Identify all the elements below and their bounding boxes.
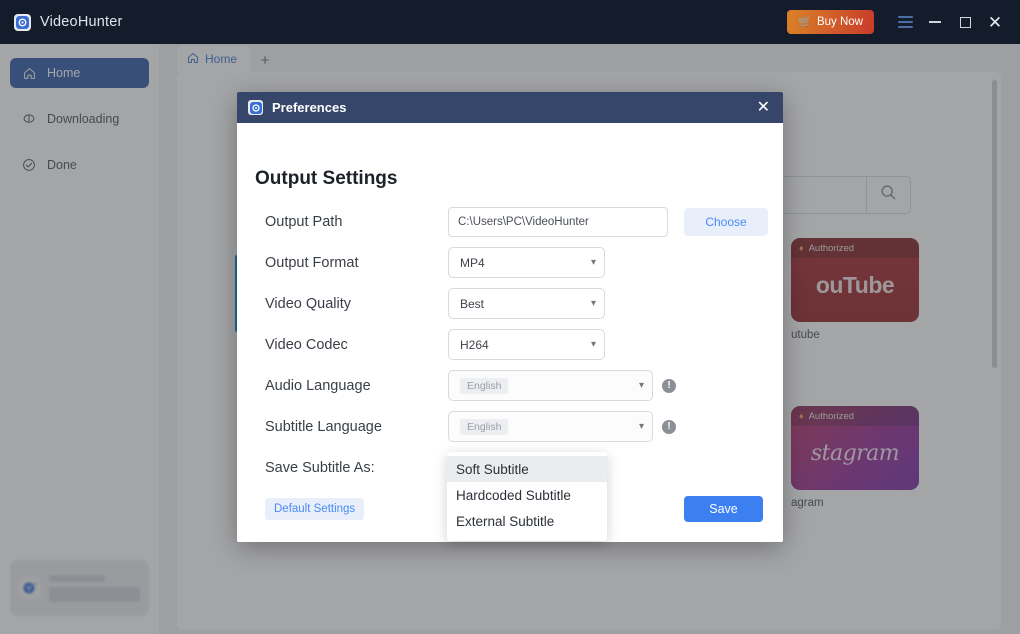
close-icon[interactable]: ✕ — [980, 7, 1010, 37]
chevron-down-icon: ▾ — [638, 379, 644, 391]
default-settings-button[interactable]: Default Settings — [265, 498, 365, 520]
row-audio-language: Audio Language English ▾ ! — [237, 365, 783, 406]
app-name: VideoHunter — [40, 14, 123, 30]
output-path-label: Output Path — [265, 213, 343, 230]
audio-language-value: English — [460, 377, 509, 394]
output-format-select[interactable]: MP4 ▾ — [448, 247, 605, 278]
save-button[interactable]: Save — [684, 496, 763, 522]
subtitle-language-value: English — [460, 418, 509, 435]
app-brand: VideoHunter — [14, 13, 123, 31]
row-subtitle-language: Subtitle Language English ▾ ! — [237, 406, 783, 447]
dropdown-option-external-subtitle[interactable]: External Subtitle — [447, 508, 607, 534]
video-codec-value: H264 — [460, 337, 489, 352]
cart-icon: 🛒 — [798, 15, 812, 28]
row-output-format: Output Format MP4 ▾ — [237, 242, 783, 283]
info-icon[interactable]: ! — [662, 419, 676, 434]
title-bar: VideoHunter 🛒 Buy Now ✕ — [0, 0, 1020, 44]
output-format-value: MP4 — [460, 255, 485, 270]
buy-now-label: Buy Now — [816, 16, 863, 28]
dropdown-option-hardcoded-subtitle[interactable]: Hardcoded Subtitle — [447, 482, 607, 508]
row-output-path: Output Path C:\Users\PC\VideoHunter Choo… — [237, 201, 783, 242]
output-path-input[interactable]: C:\Users\PC\VideoHunter — [448, 206, 668, 237]
hamburger-menu-icon[interactable] — [890, 7, 920, 37]
dialog-title: Preferences — [272, 100, 347, 115]
buy-now-button[interactable]: 🛒 Buy Now — [787, 10, 874, 34]
info-icon[interactable]: ! — [662, 378, 676, 393]
save-subtitle-as-dropdown: Soft Subtitle Hardcoded Subtitle Externa… — [447, 452, 607, 541]
save-subtitle-as-label: Save Subtitle As: — [265, 459, 375, 476]
video-codec-select[interactable]: H264 ▾ — [448, 329, 605, 360]
subtitle-language-label: Subtitle Language — [265, 418, 382, 435]
chevron-down-icon: ▾ — [638, 420, 644, 432]
video-quality-value: Best — [460, 296, 485, 311]
dialog-header: Preferences ✕ — [237, 92, 783, 123]
video-quality-select[interactable]: Best ▾ — [448, 288, 605, 319]
dropdown-option-soft-subtitle[interactable]: Soft Subtitle — [447, 456, 607, 482]
close-icon[interactable]: ✕ — [755, 99, 772, 116]
chevron-down-icon: ▾ — [590, 338, 596, 350]
choose-button[interactable]: Choose — [684, 207, 768, 236]
audio-language-label: Audio Language — [265, 377, 371, 394]
window-controls: 🛒 Buy Now ✕ — [787, 7, 1020, 37]
video-codec-label: Video Codec — [265, 336, 348, 353]
app-window: VideoHunter 🛒 Buy Now ✕ Home — [0, 0, 1020, 634]
videohunter-logo-icon — [248, 100, 263, 115]
row-video-quality: Video Quality Best ▾ — [237, 283, 783, 324]
minimize-icon[interactable] — [920, 7, 950, 37]
subtitle-language-select[interactable]: English ▾ — [448, 411, 653, 442]
output-format-label: Output Format — [265, 254, 359, 271]
video-quality-label: Video Quality — [265, 295, 351, 312]
chevron-down-icon: ▾ — [590, 256, 596, 268]
chevron-down-icon: ▾ — [590, 297, 596, 309]
videohunter-logo-icon — [14, 13, 31, 31]
page-title: Output Settings — [255, 168, 398, 189]
maximize-icon[interactable] — [950, 7, 980, 37]
row-video-codec: Video Codec H264 ▾ — [237, 324, 783, 365]
audio-language-select[interactable]: English ▾ — [448, 370, 653, 401]
